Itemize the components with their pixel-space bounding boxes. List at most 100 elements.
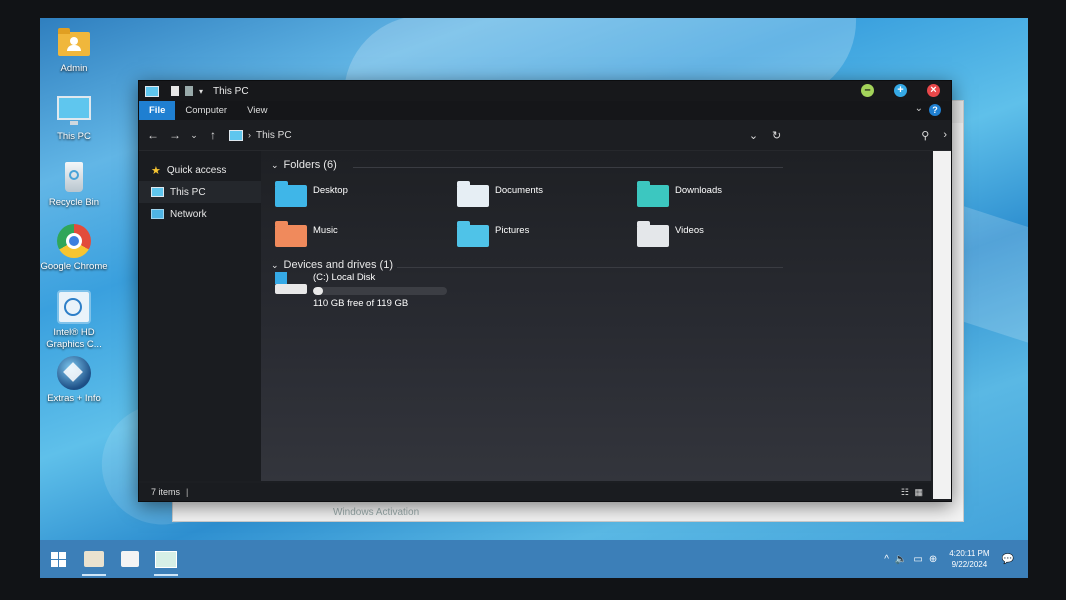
intel-graphics-icon xyxy=(56,290,92,324)
desktop-icon-extras-info[interactable]: Extras + Info xyxy=(40,356,114,405)
title-bar[interactable]: ▾ This PC – + × xyxy=(139,81,951,101)
clock[interactable]: 4:20:11 PM 9/22/2024 xyxy=(949,548,989,570)
folders-group-header[interactable]: ⌄ Folders (6) xyxy=(271,159,337,171)
desktop-icon-this-pc[interactable]: This PC xyxy=(40,94,114,143)
large-icons-view-icon[interactable]: ▦ xyxy=(914,487,923,498)
folder-label: Documents xyxy=(495,184,544,196)
tab-view[interactable]: View xyxy=(237,101,277,120)
start-button[interactable] xyxy=(40,540,76,578)
details-view-icon[interactable]: ☷ xyxy=(901,487,909,498)
sidebar-item-label: Quick access xyxy=(166,164,227,176)
new-folder-icon[interactable] xyxy=(185,86,193,96)
close-button[interactable]: × xyxy=(927,84,940,97)
chevron-right-icon: › xyxy=(248,130,251,140)
chevron-down-icon: ⌄ xyxy=(271,159,279,170)
sidebar-item-label: Network xyxy=(170,208,207,220)
sidebar-item-this-pc[interactable]: This PC xyxy=(139,181,261,203)
address-dropdown-icon[interactable]: ⌄ xyxy=(749,129,758,142)
folder-label: Music xyxy=(313,224,338,236)
desktop-icon-label: This PC xyxy=(57,131,91,142)
breadcrumb-this-pc[interactable]: This PC xyxy=(256,130,292,141)
forward-button[interactable]: → xyxy=(167,128,183,142)
taskbar-file-explorer[interactable] xyxy=(76,540,112,578)
folder-label: Desktop xyxy=(313,184,348,196)
battery-icon[interactable]: ▭ xyxy=(913,554,922,565)
local-disk-icon xyxy=(275,272,307,296)
folder-icon xyxy=(457,181,489,207)
minimize-button[interactable]: – xyxy=(861,84,874,97)
up-button[interactable]: ↑ xyxy=(205,128,221,142)
content-pane: ⌄ Folders (6) Desktop Documents Download… xyxy=(261,151,931,481)
windows-logo-icon xyxy=(50,551,66,567)
activation-watermark: Windows Activation xyxy=(333,507,420,518)
taskbar-control-panel[interactable] xyxy=(148,540,184,578)
clock-time: 4:20:11 PM xyxy=(949,549,990,558)
drive-free-space: 110 GB free of 119 GB xyxy=(313,298,409,309)
sidebar-item-quick-access[interactable]: ★ Quick access xyxy=(139,159,261,181)
refresh-icon[interactable]: ↻ xyxy=(772,129,781,142)
chevron-right-icon[interactable]: › xyxy=(943,129,947,141)
desktop-icon-admin[interactable]: Admin xyxy=(40,26,114,75)
properties-icon[interactable] xyxy=(171,86,179,96)
folder-documents[interactable]: Documents xyxy=(457,181,544,207)
taskbar-store[interactable] xyxy=(112,540,148,578)
search-icon[interactable]: ⚲ xyxy=(921,129,929,142)
tab-computer[interactable]: Computer xyxy=(175,101,237,120)
clock-date: 9/22/2024 xyxy=(951,560,988,569)
drive-usage-bar xyxy=(313,287,447,295)
devices-group-header[interactable]: ⌄ Devices and drives (1) xyxy=(271,259,393,271)
pc-icon xyxy=(145,85,159,97)
user-folder-icon xyxy=(56,26,92,60)
folder-icon xyxy=(275,181,307,207)
star-icon: ★ xyxy=(151,164,161,177)
volume-icon[interactable]: 🔈 xyxy=(895,554,907,565)
tab-file[interactable]: File xyxy=(139,101,176,120)
folder-label: Downloads xyxy=(675,184,722,196)
notifications-icon[interactable]: 💬 xyxy=(1002,554,1014,565)
folder-music[interactable]: Music xyxy=(275,221,338,247)
folders-header-label: Folders (6) xyxy=(283,159,337,171)
system-tray: ^ 🔈 ▭ ⊕ 4:20:11 PM 9/22/2024 💬 xyxy=(884,540,1028,578)
taskbar: ^ 🔈 ▭ ⊕ 4:20:11 PM 9/22/2024 💬 xyxy=(40,540,1028,578)
folder-pictures[interactable]: Pictures xyxy=(457,221,530,247)
monitor-icon xyxy=(229,129,243,141)
extras-info-icon xyxy=(56,356,92,390)
desktop-icon-intel-graphics[interactable]: Intel® HD Graphics C... xyxy=(40,290,114,351)
back-button[interactable]: ← xyxy=(145,128,161,142)
monitor-icon xyxy=(56,94,92,128)
drive-label: (C:) Local Disk xyxy=(313,272,376,283)
recent-locations-icon[interactable]: ⌄ xyxy=(189,130,199,141)
drive-c[interactable]: (C:) Local Disk 110 GB free of 119 GB xyxy=(275,272,447,309)
window-title: This PC xyxy=(213,85,249,97)
ribbon-expand-icon[interactable]: ⌄ xyxy=(915,103,923,114)
breadcrumb[interactable]: › This PC xyxy=(229,129,292,141)
folder-icon xyxy=(637,181,669,207)
chevron-down-icon: ⌄ xyxy=(271,259,279,270)
file-explorer-window: ▾ This PC – + × File Computer View ⌄ ? ←… xyxy=(138,80,952,502)
vertical-scrollbar[interactable] xyxy=(933,151,951,499)
desktop-icon-label: Extras + Info xyxy=(47,393,101,404)
quick-access-dropdown-icon[interactable]: ▾ xyxy=(199,87,203,96)
maximize-button[interactable]: + xyxy=(894,84,907,97)
show-hidden-icons-button[interactable]: ^ xyxy=(884,554,889,565)
folder-videos[interactable]: Videos xyxy=(637,221,704,247)
folder-downloads[interactable]: Downloads xyxy=(637,181,722,207)
network-icon xyxy=(151,209,164,219)
folder-icon xyxy=(457,221,489,247)
help-icon[interactable]: ? xyxy=(929,104,941,116)
folder-icon xyxy=(275,221,307,247)
network-globe-icon[interactable]: ⊕ xyxy=(929,554,937,565)
ribbon: File Computer View ⌄ ? xyxy=(139,101,951,120)
status-bar: 7 items | ☷ ▦ xyxy=(139,483,931,501)
desktop-icon-chrome[interactable]: Google Chrome xyxy=(40,224,114,273)
folder-desktop[interactable]: Desktop xyxy=(275,181,348,207)
desktop-icon-recycle-bin[interactable]: Recycle Bin xyxy=(40,160,114,209)
folder-label: Pictures xyxy=(495,224,530,236)
address-bar: ← → ⌄ ↑ › This PC ⌄ ↻ ⚲ › xyxy=(139,120,951,151)
navigation-pane: ★ Quick access This PC Network xyxy=(139,151,261,481)
monitor-icon xyxy=(151,187,164,197)
sidebar-item-network[interactable]: Network xyxy=(139,203,261,225)
file-explorer-icon xyxy=(84,551,104,567)
item-count: 7 items xyxy=(151,487,181,497)
recycle-bin-icon xyxy=(56,160,92,194)
